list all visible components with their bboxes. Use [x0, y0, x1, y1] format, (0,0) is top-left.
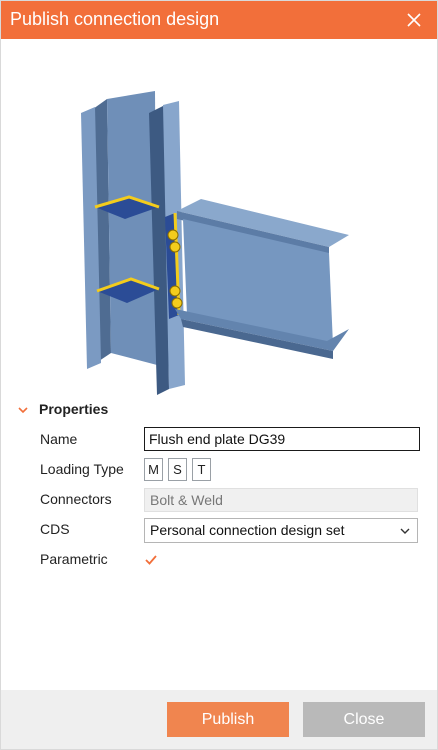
dialog-title: Publish connection design — [10, 9, 220, 29]
dialog-footer: Publish Close — [1, 690, 437, 749]
loading-type-t-button[interactable]: T — [192, 458, 211, 481]
publish-dialog: Publish connection design Properties Nam… — [0, 0, 438, 750]
checkmark-icon — [145, 555, 157, 565]
properties-title: Properties — [39, 401, 109, 417]
connection-preview-image — [81, 91, 349, 395]
loading-type-m-button[interactable]: M — [144, 458, 163, 481]
connectors-field: Bolt & Weld — [144, 488, 418, 512]
close-button[interactable]: Close — [303, 702, 425, 737]
title-bar: Publish connection design — [1, 1, 437, 39]
cds-selected-value: Personal connection design set — [150, 522, 345, 538]
connectors-label: Connectors — [40, 491, 112, 507]
parametric-checkbox[interactable] — [144, 553, 158, 567]
chevron-down-icon[interactable] — [399, 525, 411, 537]
name-input[interactable] — [144, 427, 420, 451]
parametric-label: Parametric — [40, 551, 108, 567]
cds-label: CDS — [40, 521, 70, 537]
loading-type-label: Loading Type — [40, 461, 124, 477]
loading-type-s-button[interactable]: S — [168, 458, 187, 481]
publish-button[interactable]: Publish — [167, 702, 289, 737]
cds-dropdown[interactable]: Personal connection design set — [144, 518, 418, 543]
name-label: Name — [40, 431, 78, 447]
close-icon[interactable] — [405, 11, 423, 29]
chevron-down-icon[interactable] — [17, 404, 29, 416]
